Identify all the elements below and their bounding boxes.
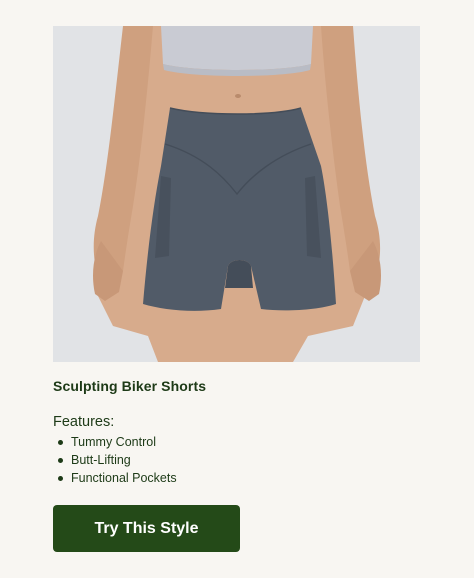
bullet-icon	[58, 439, 63, 445]
feature-item: Functional Pockets	[58, 469, 177, 487]
product-card: Sculpting Biker Shorts Features: Tummy C…	[0, 0, 474, 578]
bullet-icon	[58, 475, 63, 481]
try-this-style-button[interactable]: Try This Style	[53, 505, 240, 552]
bullet-icon	[58, 457, 63, 463]
feature-label: Functional Pockets	[71, 471, 177, 485]
feature-item: Butt-Lifting	[58, 451, 177, 469]
features-heading: Features:	[53, 414, 115, 430]
feature-label: Butt-Lifting	[71, 453, 131, 467]
feature-item: Tummy Control	[58, 433, 177, 451]
feature-label: Tummy Control	[71, 435, 156, 449]
product-image	[53, 26, 420, 362]
product-photo-illustration	[53, 26, 420, 362]
features-list: Tummy Control Butt-Lifting Functional Po…	[58, 433, 177, 487]
product-title: Sculpting Biker Shorts	[53, 378, 207, 394]
